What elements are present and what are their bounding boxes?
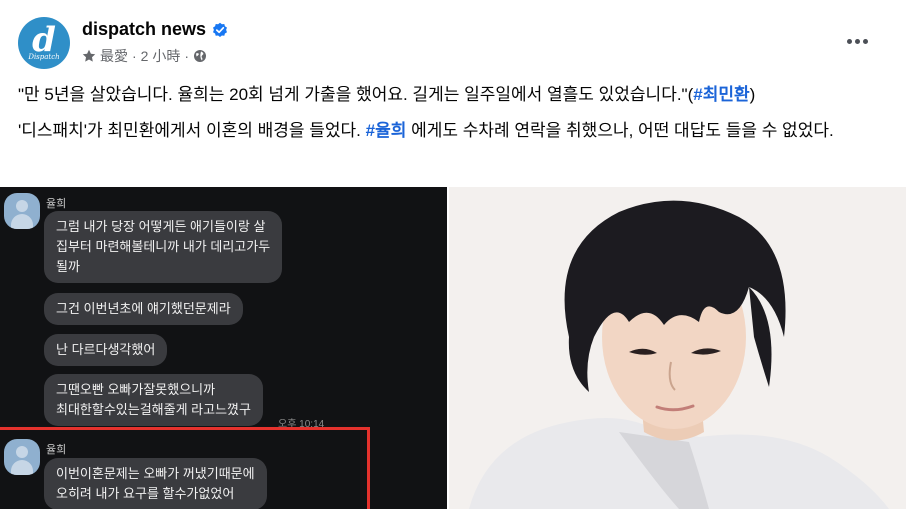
post-paragraph-1: "만 5년을 살았습니다. 율희는 20회 넘게 가출을 했어요. 길게는 일주…: [18, 82, 888, 108]
post-paragraph-2: '디스패치'가 최민환에게서 이혼의 배경을 들었다. #율희 에게도 수차례 …: [18, 118, 888, 144]
chat-line: 그땐오빤 오빠가잘못했으니까: [56, 382, 216, 397]
more-dot: [854, 38, 860, 44]
quote-text: "만 5년을 살았습니다. 율희는 20회 넘게 가출을 했어요. 길게는 일주…: [18, 85, 694, 104]
chat-line: 난 다르다생각했어: [56, 342, 156, 357]
chat-line: 집부터 마련해볼테니까 내가 데리고가두: [56, 239, 271, 254]
body-text-end: 에게도 수차례 연락을 취했으나, 어떤 대답도 들을 수 없었다.: [406, 121, 834, 140]
hashtag-link[interactable]: #최민환: [693, 85, 749, 104]
quote-close: ): [749, 85, 756, 104]
chat-line: 그럼 내가 당장 어떻게든 애기들이랑 살: [56, 219, 266, 234]
more-dot: [862, 38, 868, 44]
meta-separator-2: ·: [184, 48, 190, 64]
more-dot: [846, 38, 852, 44]
favorites-label[interactable]: 最愛: [100, 46, 128, 66]
chat-sender-name: 율희: [46, 444, 67, 456]
person-photo[interactable]: [449, 187, 906, 509]
chat-line: 될까: [56, 259, 80, 274]
chat-sender-name: 율희: [46, 198, 67, 210]
page-name[interactable]: dispatch news: [82, 19, 228, 40]
page-avatar[interactable]: d Dispatch: [18, 17, 70, 69]
meta-separator: ·: [132, 48, 137, 64]
chat-screenshot-image[interactable]: 율희 그럼 내가 당장 어떻게든 애기들이랑 살 집부터 마련해볼테니까 내가 …: [0, 187, 447, 509]
star-icon: [82, 49, 96, 62]
post-header: d Dispatch dispatch news 最愛 · 2 小時 ·: [0, 0, 906, 80]
page-name-text[interactable]: dispatch news: [82, 19, 206, 40]
more-options-icon[interactable]: [840, 24, 874, 58]
chat-avatar: [4, 439, 40, 475]
chat-bubble: 난 다르다생각했어: [44, 334, 168, 366]
chat-bubble: 이번이혼문제는 오빠가 꺼냈기때문에 오히려 내가 요구를 할수가없었어: [44, 458, 267, 509]
body-text: '디스패치'가 최민환에게서 이혼의 배경을 들었다.: [18, 121, 366, 140]
verified-badge-icon: [213, 22, 228, 37]
hashtag-link[interactable]: #율희: [366, 121, 407, 140]
globe-icon: [194, 50, 207, 62]
person-photo-illustration: [449, 187, 906, 509]
chat-bubble: 그건 이번년초에 얘기했던문제라: [44, 293, 243, 325]
post-body: "만 5년을 살았습니다. 율희는 20회 넘게 가출을 했어요. 길게는 일주…: [18, 82, 888, 154]
chat-line: 오히려 내가 요구를 할수가없었어: [56, 486, 235, 501]
chat-bubble: 그럼 내가 당장 어떻게든 애기들이랑 살 집부터 마련해볼테니까 내가 데리고…: [44, 211, 283, 283]
chat-line: 최대한할수있는걸해줄게 라고느꼈구: [56, 402, 251, 417]
chat-line: 이번이혼문제는 오빠가 꺼냈기때문에: [56, 466, 255, 481]
chat-avatar: [4, 193, 40, 229]
logo-word: Dispatch: [28, 53, 60, 61]
post-timestamp[interactable]: 2 小時: [141, 46, 181, 66]
logo-letter: d: [32, 20, 56, 60]
chat-line: 그건 이번년초에 얘기했던문제라: [56, 301, 231, 316]
chat-bubble: 그땐오빤 오빠가잘못했으니까 최대한할수있는걸해줄게 라고느꼈구: [44, 374, 263, 426]
post-media[interactable]: 율희 그럼 내가 당장 어떻게든 애기들이랑 살 집부터 마련해볼테니까 내가 …: [0, 187, 906, 509]
post-meta: 最愛 · 2 小時 ·: [82, 46, 207, 66]
